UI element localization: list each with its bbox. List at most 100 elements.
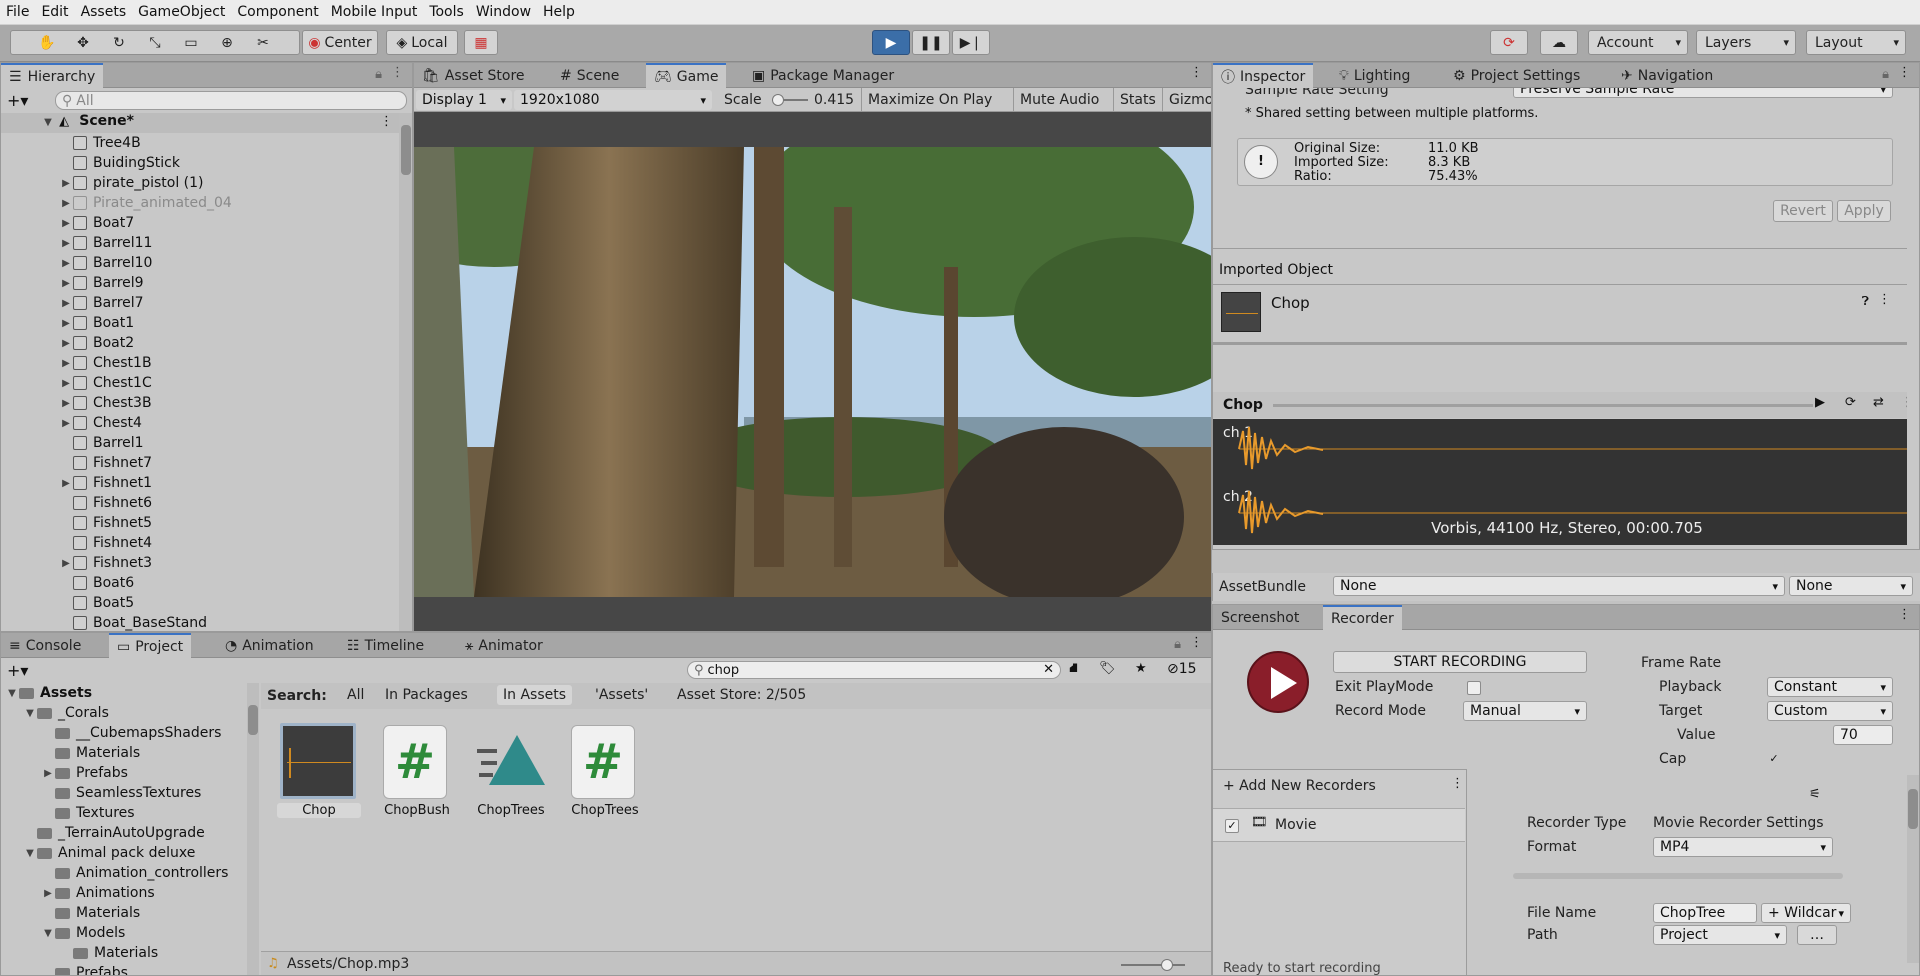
menu-dots-icon[interactable]: ⋮ [391,65,404,80]
folder-tree-item[interactable]: Materials [1,743,247,763]
hierarchy-item[interactable]: ▶ Barrel7 [1,293,399,313]
tab-scene[interactable]: # Scene [552,63,627,88]
object-menu-icon[interactable]: ⋮ [1878,292,1891,307]
preset-icon[interactable]: ⚟ [1809,787,1821,802]
recorders-menu-icon[interactable]: ⋮ [1451,776,1464,791]
hierarchy-item[interactable]: Boat5 [1,593,399,613]
project-lock-icon[interactable]: 🔒︎ [1174,637,1181,652]
hierarchy-item[interactable]: Fishnet5 [1,513,399,533]
hierarchy-item[interactable]: ▶ Fishnet3 [1,553,399,573]
expand-arrow-icon[interactable]: ▶ [59,258,73,269]
menu-component[interactable]: Component [231,4,324,20]
tab-timeline[interactable]: ☷ Timeline [339,633,432,658]
hierarchy-item[interactable]: ▶ Barrel9 [1,273,399,293]
menu-edit[interactable]: Edit [35,4,74,20]
expand-arrow-icon[interactable]: ▶ [59,398,73,409]
pivot-local-button[interactable]: ◈ Local [386,30,458,55]
start-recording-button[interactable]: START RECORDING [1333,651,1587,673]
tab-navigation[interactable]: ✈ Navigation [1613,63,1721,88]
stats-toggle[interactable]: Stats [1113,88,1162,112]
folder-tree-item[interactable]: __CubemapsShaders [1,723,247,743]
hierarchy-item[interactable]: ▶ Chest3B [1,393,399,413]
hierarchy-search-input[interactable]: ⚲ All [55,91,407,110]
expand-arrow-icon[interactable]: ▼ [5,688,19,699]
hidden-packages-toggle[interactable]: ⊘15 [1167,661,1197,677]
inspector-menu-icon[interactable]: ⋮ [1898,65,1911,80]
record-button-icon[interactable] [1247,651,1309,713]
grid-snap-icon[interactable]: ▦ [464,30,498,55]
hierarchy-item[interactable]: BuidingStick [1,153,399,173]
movie-enabled-checkbox[interactable]: ✓ [1225,819,1239,833]
expand-arrow-icon[interactable]: ▶ [59,478,73,489]
expand-arrow-icon[interactable]: ▶ [59,178,73,189]
transform-tool-icon[interactable]: ⊕ [209,35,245,51]
hierarchy-item[interactable]: Boat6 [1,573,399,593]
filter-in-packages[interactable]: In Packages [379,685,474,705]
expand-arrow-icon[interactable]: ▶ [59,358,73,369]
file-name-input[interactable]: ChopTree [1653,903,1757,923]
menu-assets[interactable]: Assets [75,4,133,20]
folder-tree-item[interactable]: SeamlessTextures [1,783,247,803]
expand-arrow-icon[interactable]: ▶ [59,238,73,249]
menu-help[interactable]: Help [537,4,581,20]
tab-package-manager[interactable]: ▣ Package Manager [744,63,902,88]
asset-item-choptrees-script[interactable]: # ChopTrees [563,721,647,819]
format-dropdown[interactable]: MP4 [1653,837,1833,857]
menu-gameobject[interactable]: GameObject [132,4,231,20]
playback-dropdown[interactable]: Constant [1767,677,1893,697]
preview-menu-icon[interactable]: ⋮ [1901,395,1907,410]
display-dropdown[interactable]: Display 1 [416,90,512,110]
filter-asset-store[interactable]: Asset Store: 2/505 [671,685,812,705]
folder-tree-scrollbar[interactable] [247,683,259,975]
folder-tree-item[interactable]: ▼ Assets [1,683,247,703]
expand-arrow-icon[interactable]: ▶ [59,558,73,569]
loop-icon[interactable]: ⇄ [1873,395,1884,410]
expand-arrow-icon[interactable]: ▶ [41,768,55,779]
gizmos-toggle[interactable]: Gizmos [1162,88,1211,112]
expand-arrow-icon[interactable]: ▶ [59,378,73,389]
hierarchy-item[interactable]: ▶ Barrel11 [1,233,399,253]
expand-arrow-icon[interactable]: ▶ [59,218,73,229]
movie-recorder-item[interactable]: ✓ 🎞︎ Movie [1213,808,1465,842]
expand-arrow-icon[interactable]: ▶ [59,338,73,349]
pause-button[interactable]: ❚❚ [912,30,950,55]
folder-tree-item[interactable]: ▼ Animal pack deluxe [1,843,247,863]
menu-window[interactable]: Window [470,4,537,20]
filter-assets-folder[interactable]: 'Assets' [589,685,654,705]
hierarchy-item[interactable]: ▶ Boat1 [1,313,399,333]
asset-item-choptrees-prefab[interactable]: ChopTrees [469,721,553,819]
revert-button[interactable]: Revert [1773,200,1833,222]
path-dropdown[interactable]: Project [1653,925,1787,945]
hierarchy-item[interactable]: ▶ Boat2 [1,333,399,353]
add-new-recorders-button[interactable]: + Add New Recorders [1223,778,1376,794]
folder-tree-item[interactable]: Animation_controllers [1,863,247,883]
cap-checkbox[interactable]: ✓ [1767,753,1781,767]
expand-arrow-icon[interactable]: ▶ [59,278,73,289]
tab-lighting[interactable]: 💡︎ Lighting [1331,63,1418,88]
hierarchy-item[interactable]: ▶ Chest1B [1,353,399,373]
asset-item-chop[interactable]: Chop [277,721,361,819]
menu-tools[interactable]: Tools [423,4,470,20]
hierarchy-item[interactable]: Fishnet7 [1,453,399,473]
recorder-menu-icon[interactable]: ⋮ [1898,607,1911,622]
target-dropdown[interactable]: Custom [1767,701,1893,721]
expand-arrow-icon[interactable]: ▶ [59,298,73,309]
project-menu-icon[interactable]: ⋮ [1190,635,1203,650]
exit-playmode-checkbox[interactable] [1467,681,1481,695]
sample-rate-dropdown[interactable]: Preserve Sample Rate [1513,88,1893,98]
expand-arrow-icon[interactable]: ▼ [41,928,55,939]
tab-console[interactable]: ≡ Console [1,633,89,658]
hierarchy-item[interactable]: ▶ Barrel10 [1,253,399,273]
project-search-input[interactable]: ⚲ chop ✕ [687,661,1061,679]
account-dropdown[interactable]: Account [1588,30,1688,55]
tab-game[interactable]: 🎮︎ Game [646,63,727,88]
apply-button[interactable]: Apply [1837,200,1891,222]
move-tool-icon[interactable]: ✥ [65,35,101,51]
hierarchy-item[interactable]: ▶ Chest1C [1,373,399,393]
folder-tree-item[interactable]: Materials [1,943,247,963]
collab-icon[interactable]: ⟳ [1490,30,1528,55]
preview-timeline[interactable] [1273,404,1813,407]
clear-search-icon[interactable]: ✕ [1043,662,1054,677]
tab-animator[interactable]: ⚹ Animator [457,633,551,658]
assetbundle-variant-dropdown[interactable]: None [1789,576,1913,596]
